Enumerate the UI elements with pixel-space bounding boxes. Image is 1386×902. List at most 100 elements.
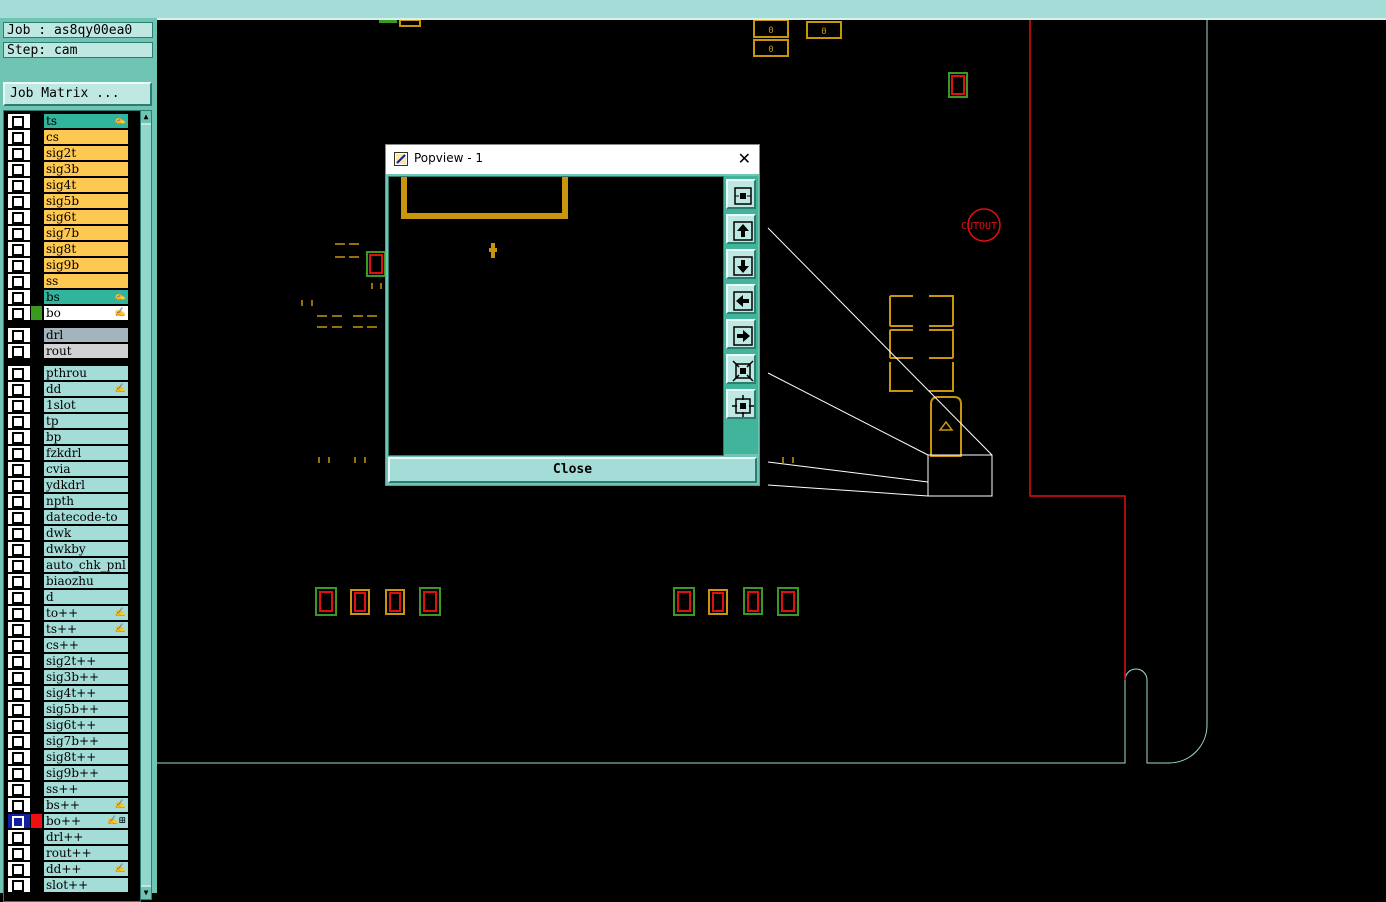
- layer-affected-checkbox[interactable]: [12, 576, 24, 588]
- layer-affected-cell[interactable]: [8, 702, 30, 716]
- layer-affected-cell[interactable]: [8, 430, 30, 444]
- layer-row[interactable]: npth: [8, 494, 128, 508]
- layer-affected-checkbox[interactable]: [12, 308, 24, 320]
- layer-affected-cell[interactable]: [8, 526, 30, 540]
- layer-display-swatch[interactable]: [31, 462, 42, 476]
- layer-name[interactable]: sig6t: [44, 210, 128, 224]
- layer-affected-checkbox[interactable]: [12, 624, 24, 636]
- layer-row[interactable]: sig4t: [8, 178, 128, 192]
- layer-row[interactable]: dwk: [8, 526, 128, 540]
- layer-name[interactable]: dwk: [44, 526, 128, 540]
- layer-name[interactable]: tp: [44, 414, 128, 428]
- layer-row[interactable]: sig2t: [8, 146, 128, 160]
- layer-affected-checkbox[interactable]: [12, 416, 24, 428]
- layer-name[interactable]: fzkdrl: [44, 446, 128, 460]
- layer-display-swatch[interactable]: [31, 734, 42, 748]
- layer-affected-checkbox[interactable]: [12, 116, 24, 128]
- layer-name[interactable]: slot++: [44, 878, 128, 892]
- layer-affected-checkbox[interactable]: [12, 640, 24, 652]
- layer-affected-checkbox[interactable]: [12, 330, 24, 342]
- layer-display-swatch[interactable]: [31, 306, 42, 320]
- layer-name[interactable]: to++ ✍: [44, 606, 128, 620]
- layer-affected-cell[interactable]: [8, 146, 30, 160]
- scroll-up-icon[interactable]: ▲: [141, 111, 151, 123]
- pan-left-icon[interactable]: [726, 284, 756, 314]
- layer-row[interactable]: ts ✍: [8, 114, 128, 128]
- layer-row[interactable]: d: [8, 590, 128, 604]
- layer-affected-checkbox[interactable]: [12, 688, 24, 700]
- layer-affected-checkbox[interactable]: [12, 180, 24, 192]
- layer-row[interactable]: ts++ ✍: [8, 622, 128, 636]
- layer-name[interactable]: ss: [44, 274, 128, 288]
- layer-affected-checkbox[interactable]: [12, 720, 24, 732]
- layer-name[interactable]: sig2t++: [44, 654, 128, 668]
- layer-display-swatch[interactable]: [31, 130, 42, 144]
- layer-affected-cell[interactable]: [8, 766, 30, 780]
- layer-affected-cell[interactable]: [8, 194, 30, 208]
- layer-row[interactable]: bs++ ✍: [8, 798, 128, 812]
- layer-display-swatch[interactable]: [31, 590, 42, 604]
- layer-affected-checkbox[interactable]: [12, 560, 24, 572]
- layer-name[interactable]: rout++: [44, 846, 128, 860]
- layer-display-swatch[interactable]: [31, 210, 42, 224]
- layer-affected-checkbox[interactable]: [12, 148, 24, 160]
- layer-display-swatch[interactable]: [31, 846, 42, 860]
- layer-affected-cell[interactable]: [8, 306, 30, 320]
- layer-name[interactable]: sig3b: [44, 162, 128, 176]
- pan-right-icon[interactable]: [726, 319, 756, 349]
- layer-row[interactable]: 1slot: [8, 398, 128, 412]
- layer-row[interactable]: sig9b: [8, 258, 128, 272]
- layer-row[interactable]: auto_chk_pnl: [8, 558, 128, 572]
- layer-affected-checkbox[interactable]: [12, 864, 24, 876]
- layer-name[interactable]: dd ✍: [44, 382, 128, 396]
- layer-affected-checkbox[interactable]: [12, 432, 24, 444]
- layer-row[interactable]: sig8t++: [8, 750, 128, 764]
- layer-name[interactable]: rout: [44, 344, 128, 358]
- layer-display-swatch[interactable]: [31, 226, 42, 240]
- scroll-down-icon[interactable]: ▼: [141, 887, 151, 899]
- layer-row[interactable]: sig8t: [8, 242, 128, 256]
- layer-affected-checkbox[interactable]: [12, 244, 24, 256]
- layer-row[interactable]: bp: [8, 430, 128, 444]
- layer-affected-checkbox[interactable]: [12, 496, 24, 508]
- layer-display-swatch[interactable]: [31, 382, 42, 396]
- layer-display-swatch[interactable]: [31, 638, 42, 652]
- layer-display-swatch[interactable]: [31, 718, 42, 732]
- layer-display-swatch[interactable]: [31, 446, 42, 460]
- layer-display-swatch[interactable]: [31, 750, 42, 764]
- layer-display-swatch[interactable]: [31, 494, 42, 508]
- layer-name[interactable]: sig9b++: [44, 766, 128, 780]
- layer-affected-checkbox[interactable]: [12, 848, 24, 860]
- popview-viewport[interactable]: [388, 176, 724, 456]
- layer-affected-checkbox[interactable]: [12, 480, 24, 492]
- layer-display-swatch[interactable]: [31, 766, 42, 780]
- layer-name[interactable]: cs: [44, 130, 128, 144]
- layer-display-swatch[interactable]: [31, 344, 42, 358]
- layer-scrollbar[interactable]: ▲ ▼: [140, 110, 152, 900]
- layer-affected-cell[interactable]: [8, 606, 30, 620]
- layer-name[interactable]: sig8t++: [44, 750, 128, 764]
- layer-name[interactable]: sig9b: [44, 258, 128, 272]
- layer-affected-cell[interactable]: [8, 446, 30, 460]
- layer-row[interactable]: rout++: [8, 846, 128, 860]
- layer-affected-checkbox[interactable]: [12, 448, 24, 460]
- layer-display-swatch[interactable]: [31, 114, 42, 128]
- layer-display-swatch[interactable]: [31, 830, 42, 844]
- layer-affected-cell[interactable]: [8, 398, 30, 412]
- layer-display-swatch[interactable]: [31, 670, 42, 684]
- popview-titlebar[interactable]: Popview - 1 ✕: [386, 145, 759, 174]
- layer-affected-cell[interactable]: [8, 718, 30, 732]
- layer-affected-cell[interactable]: [8, 366, 30, 380]
- layer-display-swatch[interactable]: [31, 258, 42, 272]
- layer-name[interactable]: bs++ ✍: [44, 798, 128, 812]
- layer-affected-checkbox[interactable]: [12, 196, 24, 208]
- layer-affected-checkbox[interactable]: [12, 384, 24, 396]
- layer-name[interactable]: sig5b: [44, 194, 128, 208]
- layer-row[interactable]: sig4t++: [8, 686, 128, 700]
- layer-affected-checkbox[interactable]: [12, 400, 24, 412]
- zoom-fit-icon[interactable]: [726, 179, 756, 209]
- layer-affected-checkbox[interactable]: [12, 346, 24, 358]
- layer-name[interactable]: sig7b++: [44, 734, 128, 748]
- layer-name[interactable]: drl++: [44, 830, 128, 844]
- layer-display-swatch[interactable]: [31, 290, 42, 304]
